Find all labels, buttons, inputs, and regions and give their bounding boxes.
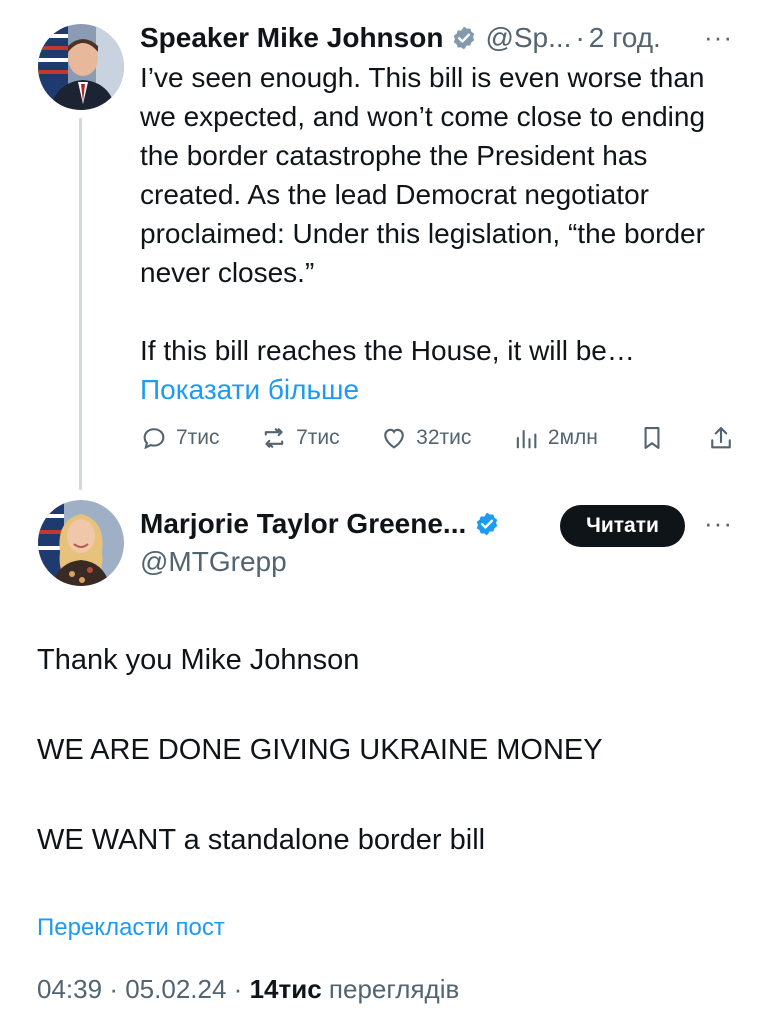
more-icon[interactable]: ··· bbox=[704, 24, 733, 50]
verified-badge-icon bbox=[477, 512, 498, 536]
verified-badge-icon bbox=[454, 26, 475, 50]
thread-line bbox=[79, 118, 82, 490]
share-icon bbox=[711, 427, 731, 449]
tweet2-text: Thank you Mike Johnson WE ARE DONE GIVIN… bbox=[37, 640, 737, 910]
share-button[interactable] bbox=[707, 424, 735, 452]
author-name[interactable]: Marjorie Taylor Greene... bbox=[140, 508, 466, 540]
more-icon[interactable]: ··· bbox=[704, 510, 733, 536]
bookmark-button[interactable] bbox=[638, 424, 666, 452]
repost-icon bbox=[264, 428, 284, 448]
follow-button[interactable]: Читати bbox=[560, 505, 685, 547]
post-date[interactable]: 05.02.24 bbox=[125, 974, 226, 1004]
views-count: 2млн bbox=[547, 426, 598, 449]
author-handle[interactable]: @MTGrepp bbox=[140, 546, 287, 578]
reply-icon bbox=[143, 428, 165, 450]
bookmark-icon bbox=[644, 427, 660, 449]
tweet2-header: Marjorie Taylor Greene... bbox=[140, 506, 508, 542]
reply-button[interactable]: 7тис bbox=[140, 424, 220, 452]
author-handle[interactable]: @Sp... bbox=[485, 22, 571, 54]
separator: · bbox=[109, 974, 118, 1004]
repost-count: 7тис bbox=[296, 426, 340, 449]
tweet1-actions: 7тис 7тис 32тис 2млн bbox=[140, 420, 735, 456]
tweet1-text: I’ve seen enough. This bill is even wors… bbox=[140, 58, 745, 409]
show-more-link[interactable]: Показати більше bbox=[140, 374, 359, 405]
separator: · bbox=[575, 22, 585, 53]
tweet1-paragraph: If this bill reaches the House, it will … bbox=[140, 331, 745, 409]
tweet1-header: Speaker Mike Johnson @Sp... · 2 год. bbox=[140, 20, 740, 56]
avatar-marjorie-taylor-greene[interactable] bbox=[38, 500, 124, 586]
separator: · bbox=[233, 974, 243, 1004]
post-time[interactable]: 2 год. bbox=[589, 22, 661, 54]
views-icon bbox=[516, 429, 537, 449]
tweet1-paragraph: I’ve seen enough. This bill is even wors… bbox=[140, 62, 706, 288]
views-button[interactable]: 2млн bbox=[512, 424, 598, 452]
like-icon bbox=[384, 428, 404, 449]
like-count: 32тис bbox=[416, 426, 472, 449]
views-label: переглядів bbox=[328, 974, 460, 1004]
avatar-mike-johnson[interactable] bbox=[38, 24, 124, 110]
post-time[interactable]: 04:39 bbox=[37, 974, 102, 1004]
reply-count: 7тис bbox=[176, 426, 220, 449]
tweet2-paragraph: Thank you Mike Johnson bbox=[37, 644, 360, 676]
tweet1-paragraph-text: If this bill reaches the House, it will … bbox=[140, 335, 635, 366]
like-button[interactable]: 32тис bbox=[380, 424, 471, 452]
translate-post-link[interactable]: Перекласти пост bbox=[37, 914, 225, 942]
tweet2-paragraph: WE ARE DONE GIVING UKRAINE MONEY bbox=[37, 734, 603, 766]
tweet2-paragraph: WE WANT a standalone border bill bbox=[37, 824, 486, 856]
views-count[interactable]: 14тис bbox=[250, 974, 322, 1004]
repost-button[interactable]: 7тис bbox=[260, 424, 340, 452]
post-meta: 04:39 · 05.02.24 · 14тис переглядів bbox=[37, 974, 459, 1005]
author-name[interactable]: Speaker Mike Johnson bbox=[140, 22, 443, 54]
